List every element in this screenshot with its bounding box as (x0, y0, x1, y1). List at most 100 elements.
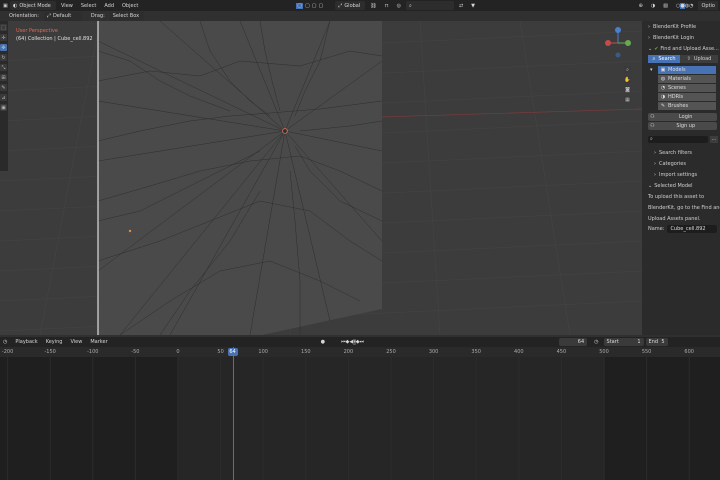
chevron-down-icon: ⌄ (648, 182, 653, 189)
header-extra-icon[interactable]: ⇄ (456, 1, 466, 10)
viewport-canvas[interactable] (0, 21, 642, 335)
search-icon: ⌕ (652, 56, 656, 62)
navigation-gizmo[interactable] (600, 25, 640, 61)
menu-view[interactable]: View (58, 1, 76, 10)
rotate-tool-icon[interactable]: ↻ (0, 54, 7, 61)
search-options-button[interactable]: … (710, 135, 718, 143)
zoom-icon[interactable]: ⌕ (624, 66, 631, 73)
filter-icon: ▼ (471, 2, 475, 9)
menu-marker[interactable]: Marker (87, 338, 110, 347)
options-button[interactable]: Optio (698, 1, 718, 10)
end-frame-field[interactable]: End 5 (645, 338, 668, 346)
tab-search[interactable]: ⌕ Search (648, 55, 680, 63)
timeline-area[interactable] (0, 357, 720, 480)
panel-login[interactable]: › BlenderKit Login (642, 32, 720, 43)
z-axis-icon[interactable] (615, 27, 621, 33)
playhead-frame-label[interactable]: 64 (227, 348, 238, 356)
name-field[interactable]: Cube_cell.892 (667, 225, 718, 233)
select-tool-icon[interactable]: ⬚ (0, 24, 7, 31)
asset-type-brushes[interactable]: ✎ Brushes (658, 102, 716, 110)
pivot-button[interactable]: ⛓ (367, 1, 379, 10)
menu-keying[interactable]: Keying (43, 338, 66, 347)
preview-range-button[interactable]: ◷ (591, 338, 601, 347)
filter-button[interactable]: ▼ (468, 1, 478, 10)
mode-dropdown[interactable]: ◐ Object Mode (10, 1, 56, 10)
gizmo-icon: ⊕ (638, 2, 643, 9)
xray-toggle[interactable]: ▧ (660, 1, 671, 10)
timeline-grid (7, 357, 690, 480)
add-cube-tool-icon[interactable]: ▣ (0, 104, 7, 111)
menu-playback[interactable]: Playback (12, 338, 40, 347)
y-axis-icon[interactable] (625, 40, 631, 46)
orientation-dropdown[interactable]: ⤢ Default (43, 11, 82, 21)
asset-type-scenes[interactable]: ◔ Scenes (658, 84, 716, 92)
orientation-label: Global (344, 2, 361, 9)
ruler-tick-label: 500 (599, 349, 609, 355)
ruler-tick-label: 550 (641, 349, 652, 355)
asset-type-materials[interactable]: ◍ Materials (658, 75, 716, 83)
transform-tool-icon[interactable]: ⊞ (0, 74, 7, 81)
ruler-tick-label: -150 (44, 349, 56, 355)
panel-selected-model[interactable]: ⌄ Selected Model (642, 180, 720, 191)
overlay-toggle[interactable]: ◑ (648, 1, 658, 10)
upload-icon: ⇧ (686, 56, 691, 62)
current-frame-field[interactable]: 64 (559, 338, 588, 346)
shading-buttons[interactable]: ○ ● ◍ ◔ (673, 1, 697, 10)
asset-type-label: Materials (668, 76, 691, 82)
asset-search-input[interactable]: ⌕ (648, 135, 708, 143)
chevron-right-icon: › (648, 34, 650, 41)
camera-icon[interactable]: ◙ (624, 86, 631, 93)
record-button[interactable]: ● (318, 338, 328, 347)
ruler-tick-label: 100 (258, 349, 268, 355)
cursor-tool-icon[interactable]: ✛ (0, 34, 7, 41)
scale-tool-icon[interactable]: ⤡ (0, 64, 7, 71)
menu-select[interactable]: Select (78, 1, 99, 10)
start-frame-field[interactable]: Start 1 (603, 338, 644, 346)
cube-icon: ▣ (3, 2, 8, 9)
tool-header: Orientation: ⤢ Default Drag: Select Box (0, 11, 640, 21)
playhead-line[interactable] (232, 347, 234, 480)
menu-add[interactable]: Add (101, 1, 117, 10)
snap-button[interactable]: ⊓ (382, 1, 392, 10)
panel-profile[interactable]: › BlenderKit Profile (642, 21, 720, 32)
signup-button[interactable]: ⚇ Sign up (648, 122, 717, 130)
ruler-tick-label: 50 (217, 349, 224, 355)
annotate-tool-icon[interactable]: ✎ (0, 84, 7, 91)
record-icon: ● (320, 339, 326, 345)
tab-upload[interactable]: ⇧ Upload (680, 55, 718, 63)
grid-view-icon[interactable]: ▦ (624, 96, 631, 103)
pan-hand-icon[interactable]: ✋ (624, 76, 631, 83)
panel-import-settings[interactable]: › Import settings (642, 169, 720, 180)
move-tool-icon[interactable]: ✥ (0, 44, 7, 51)
stopwatch-icon: ◷ (594, 339, 599, 345)
blenderkit-logo-icon: ✔ (654, 45, 659, 52)
ruler-tick-label: 400 (514, 349, 524, 355)
drag-dropdown[interactable]: Select Box (109, 11, 144, 21)
login-button[interactable]: ⚇ Login (648, 113, 717, 121)
measure-tool-icon[interactable]: ⊿ (0, 94, 7, 101)
3d-viewport[interactable]: User Perspective (64) Collection | Cube_… (0, 21, 642, 335)
asset-type-label: Scenes (668, 85, 686, 91)
asset-type-hdris[interactable]: ◑ HDRIs (658, 93, 716, 101)
asset-type-models[interactable]: ▣ Models (658, 66, 716, 74)
header-search-field[interactable]: ⌕ (405, 1, 454, 10)
menu-object[interactable]: Object (119, 1, 141, 10)
panel-find-upload[interactable]: ⌄ ✔ Find and Upload Asse... (642, 43, 720, 54)
panel-categories[interactable]: › Categories (642, 158, 720, 169)
panel-search-filters[interactable]: › Search filters (642, 147, 720, 158)
object-mode-icon: ◐ (13, 2, 18, 9)
timeline-editor-button[interactable]: ◷ (0, 338, 10, 347)
transform-orientation-dropdown[interactable]: ⤢ Global (335, 1, 366, 10)
gizmo-toggle[interactable]: ⊕ (636, 1, 646, 10)
menu-timeline-view[interactable]: View (67, 338, 85, 347)
blenderkit-sidebar: › BlenderKit Profile › BlenderKit Login ⌄ ✔… (642, 21, 720, 335)
jump-end-icon[interactable]: ⏭ (360, 339, 365, 345)
editor-type-button[interactable]: ▣ (0, 1, 8, 10)
proportional-edit-button[interactable]: ◎ (394, 1, 404, 10)
ruler-tick-label: 600 (684, 349, 694, 355)
neg-z-axis-icon[interactable] (615, 52, 621, 58)
frame-ruler[interactable]: -200 -150 -100 -50 0 50 100 150 200 250 300 350 400 4… (0, 347, 720, 357)
x-axis-icon[interactable] (605, 40, 611, 46)
select-mode-buttons[interactable]: ▢ ▢ ▢ ▢ (293, 1, 333, 10)
drag-value: Select Box (112, 13, 140, 19)
